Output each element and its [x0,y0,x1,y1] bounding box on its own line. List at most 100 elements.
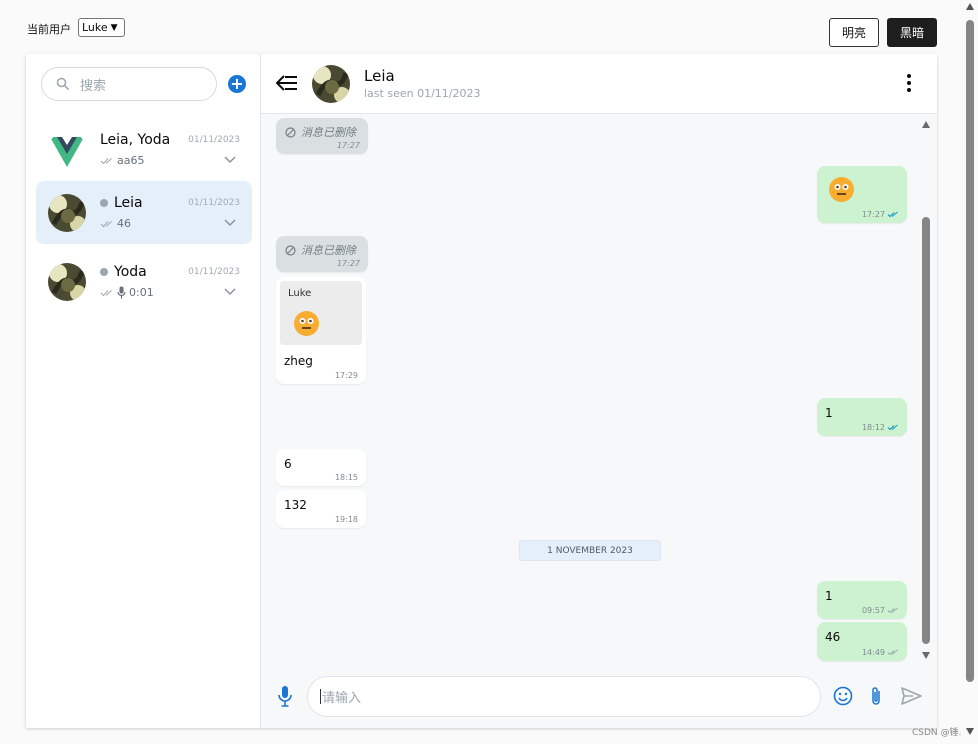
deleted-label: 消息已删除 [301,244,356,257]
add-room-button[interactable]: + [228,75,246,93]
message-outgoing[interactable]: 1 09:57 [817,581,907,619]
message-text: 6 [284,457,292,471]
more-vertical-icon[interactable] [907,74,911,92]
message-time: 17:29 [334,371,358,380]
current-user-label: 当前用户 [27,23,71,36]
neutral-face-emoji-icon [829,177,854,202]
chat-room-name: Leia [364,67,395,85]
messages-scrollbar-thumb[interactable] [922,217,930,644]
message-time: 18:12 [862,423,899,432]
room-last-message-text: 46 [117,217,131,230]
message-time-text: 17:27 [861,210,885,219]
message-composer: 请输入 [261,668,937,728]
rooms-sidebar: 搜索 + Leia, Yoda 01/11/2023 aa65 Leia 01/… [26,54,261,728]
message-time: 14:49 [862,648,899,657]
avatar-photo [312,65,350,103]
deleted-message-text: 消息已删除 [285,242,356,258]
room-item-leia[interactable]: Leia 01/11/2023 46 [36,181,252,244]
light-theme-button[interactable]: 明亮 [829,18,879,47]
deleted-message-text: 消息已删除 [285,124,356,140]
chat-header-avatar [312,65,350,103]
toggle-rooms-list-icon[interactable] [276,74,298,92]
neutral-face-emoji-icon [294,311,319,336]
message-time: 18:15 [334,473,358,482]
message-time: 09:57 [862,606,899,615]
message-outgoing[interactable]: 46 14:49 [817,622,907,661]
room-name: Leia [100,195,143,211]
online-status-dot [100,199,108,207]
scroll-up-arrow[interactable] [922,121,930,128]
message-incoming[interactable]: 132 19:18 [276,490,366,528]
top-bar: 当前用户 Luke ▼ 明亮 黑暗 [0,0,978,54]
microphone-icon[interactable] [277,685,293,707]
chevron-down-icon[interactable] [224,219,236,227]
plus-circle-icon: + [230,74,244,93]
double-check-icon [887,607,898,614]
message-incoming[interactable]: 6 18:15 [276,449,366,486]
message-time-text: 14:49 [861,648,885,657]
attachment-icon[interactable] [869,685,883,707]
room-date: 01/11/2023 [188,267,240,277]
room-avatar [48,131,86,169]
message-text: zheg [284,354,313,368]
room-name: Leia, Yoda [100,132,171,148]
message-deleted[interactable]: 消息已删除 17:27 [276,236,368,272]
room-avatar [48,194,86,232]
double-check-icon [887,649,898,656]
avatar-photo [48,194,86,232]
current-user-value: Luke [82,21,108,34]
scroll-down-arrow[interactable] [922,652,930,659]
current-user-select[interactable]: Luke ▼ [78,18,125,37]
dark-theme-button[interactable]: 黑暗 [887,18,937,47]
message-incoming-with-reply[interactable]: Luke zheg 17:29 [276,277,366,384]
message-text: 46 [825,630,841,644]
chat-panel: Leia last seen 01/11/2023 消息已删除 17:27 17… [261,54,937,728]
reply-preview[interactable]: Luke [280,281,362,345]
chat-app: 搜索 + Leia, Yoda 01/11/2023 aa65 Leia 01/… [26,54,937,728]
reply-author: Luke [288,288,312,299]
room-date: 01/11/2023 [188,198,240,208]
window-scrollbar-thumb[interactable] [966,20,974,682]
emoji-picker-icon[interactable] [833,686,853,706]
chevron-down-icon: ▼ [110,22,118,33]
message-text: 1 [825,406,833,420]
chevron-down-icon[interactable] [224,288,236,296]
text-caret [320,689,321,704]
message-outgoing[interactable]: 1 18:12 [817,398,907,436]
message-outgoing[interactable]: 17:27 [817,166,907,223]
message-time: 17:27 [336,141,360,150]
room-date: 01/11/2023 [188,135,240,145]
search-placeholder: 搜索 [80,78,107,94]
deleted-icon [285,126,296,138]
double-check-icon [100,289,112,296]
room-item-leia-yoda[interactable]: Leia, Yoda 01/11/2023 aa65 [36,118,252,181]
room-name: Yoda [100,264,147,280]
window-scroll-up-arrow[interactable] [966,3,974,10]
chevron-down-icon[interactable] [224,156,236,164]
double-check-icon [887,211,898,218]
room-last-message: 0:01 [100,286,154,299]
room-name-text: Leia [114,195,143,211]
online-status-dot [100,268,108,276]
room-last-message: 46 [100,217,131,230]
message-text: 1 [825,589,833,603]
search-input[interactable]: 搜索 [41,67,217,101]
double-check-icon [887,424,898,431]
double-check-icon [100,157,112,164]
window-scroll-down-arrow[interactable] [966,728,974,735]
vue-logo-icon [50,137,84,167]
message-time-text: 18:12 [861,423,885,432]
message-deleted[interactable]: 消息已删除 17:27 [276,118,368,154]
message-time: 19:18 [334,515,358,524]
send-icon[interactable] [901,687,922,705]
message-input-placeholder: 请输入 [322,691,362,706]
room-item-yoda[interactable]: Yoda 01/11/2023 0:01 [36,250,252,313]
room-last-message-text: 0:01 [129,286,154,299]
deleted-icon [285,244,296,256]
chat-room-info: last seen 01/11/2023 [364,87,481,100]
chat-header: Leia last seen 01/11/2023 [261,54,937,114]
avatar-photo [48,263,86,301]
message-text: 132 [284,498,307,512]
double-check-icon [100,220,112,227]
message-input[interactable]: 请输入 [307,676,821,717]
